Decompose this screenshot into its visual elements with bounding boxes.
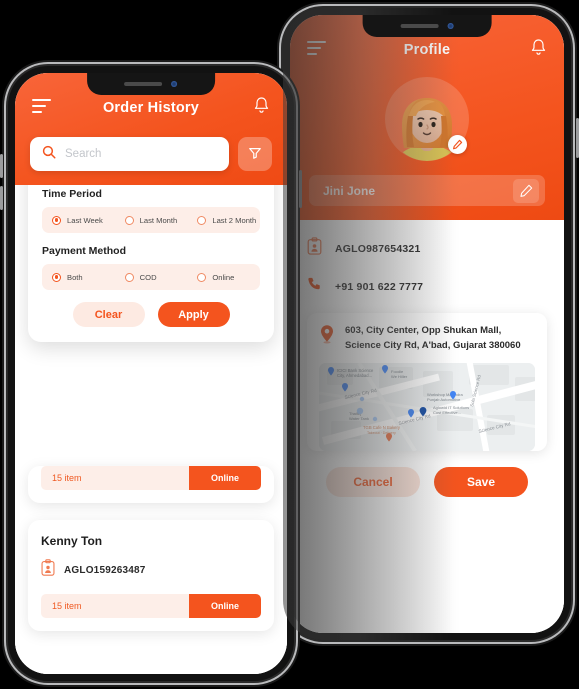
svg-text:TGB Cafe N Bakery: TGB Cafe N Bakery — [363, 425, 401, 430]
bell-icon[interactable] — [253, 96, 270, 115]
filter-group-title: Payment Method — [42, 245, 127, 257]
map-pin-icon — [319, 324, 335, 349]
filter-options: Both COD Online — [42, 264, 260, 290]
filter-group-payment-method: Payment Method Both COD Online — [42, 245, 260, 290]
filter-panel: Delivery Status Both Delivered — [28, 185, 274, 342]
avatar[interactable] — [385, 77, 469, 161]
radio-option-both-payment[interactable]: Both — [42, 272, 115, 282]
order-footer: 15 item Online — [41, 594, 261, 618]
profile-phone-value: +91 901 622 7777 — [335, 280, 424, 293]
search-row — [15, 129, 287, 171]
order-item-count: 15 item — [41, 466, 189, 490]
address-line-2: Science City Rd, A'bad, Gujarat 380060 — [345, 339, 521, 351]
radio-option-last-month[interactable]: Last Month — [115, 215, 188, 225]
cancel-button[interactable]: Cancel — [326, 467, 420, 498]
apply-button[interactable]: Apply — [157, 302, 230, 327]
order-customer-name: Kenny Ton — [41, 534, 103, 548]
bell-icon[interactable] — [530, 38, 547, 57]
order-id-row: AGLO159263487 — [41, 559, 261, 581]
radio-icon[interactable] — [52, 272, 61, 282]
order-id-value: AGLO159263487 — [64, 564, 146, 576]
table-row[interactable]: Kenny Ton AGLO159263487 15 item Online — [28, 520, 274, 631]
search-input[interactable] — [65, 148, 217, 160]
search-box[interactable] — [30, 137, 229, 171]
front-camera — [171, 81, 178, 87]
order-history-screen: Order History Search 15 item Online Kenn… — [15, 73, 287, 674]
earpiece-speaker — [124, 82, 163, 86]
name-edit-pencil-icon[interactable] — [513, 178, 539, 203]
filter-button[interactable] — [238, 137, 272, 171]
phone-icon — [307, 276, 322, 297]
volume-down-button[interactable] — [0, 186, 3, 210]
profile-phone-row: +91 901 622 7777 — [307, 276, 547, 297]
hamburger-icon[interactable] — [32, 99, 51, 117]
radio-icon[interactable] — [124, 215, 134, 225]
profile-id-row: AGLO987654321 — [307, 237, 547, 260]
earpiece-speaker — [400, 24, 439, 28]
clear-button[interactable]: Clear — [72, 302, 145, 327]
hamburger-icon[interactable] — [307, 41, 326, 59]
radio-option-online[interactable]: Online — [187, 272, 260, 282]
volume-up-button[interactable] — [0, 154, 3, 178]
order-footer: 15 item Online — [41, 466, 261, 490]
filter-group-time-period: Time Period Last Week Last Month Last 2 … — [42, 188, 260, 233]
address-row: 603, City Center, Opp Shukan Mall, Scien… — [319, 324, 535, 353]
profile-details: AGLO987654321 +91 901 622 7777 603, City… — [290, 220, 564, 633]
order-payment-badge: Online — [189, 466, 261, 490]
radio-label: Last Month — [139, 215, 178, 225]
svg-text:Takeout · Delivery: Takeout · Delivery — [367, 431, 396, 435]
profile-screen-surface: Profile Jini Jone AGLO987654321 +91 901 … — [290, 15, 564, 633]
phone-profile: Profile Jini Jone AGLO987654321 +91 901 … — [275, 8, 579, 640]
order-item-count: 15 item — [41, 594, 189, 618]
profile-name-field[interactable]: Jini Jone — [309, 175, 545, 206]
filter-actions: Clear Apply — [42, 302, 260, 327]
radio-label: Both — [67, 272, 83, 282]
profile-id-value: AGLO987654321 — [335, 242, 421, 255]
phone-notch — [87, 73, 215, 95]
svg-text:Cost Effective...: Cost Effective... — [433, 410, 461, 415]
map-preview[interactable]: Science City Rd Science City Rd Science … — [319, 363, 535, 452]
filter-group-title: Time Period — [42, 188, 102, 200]
radio-icon[interactable] — [52, 215, 61, 225]
svg-text:Water Tank: Water Tank — [349, 416, 369, 421]
order-payment-badge: Online — [189, 594, 261, 618]
funnel-icon — [248, 146, 262, 163]
orders-screen-surface: Order History Search 15 item Online Kenn… — [15, 73, 287, 674]
svg-text:Punjab Automotive: Punjab Automotive — [427, 397, 461, 402]
page-title: Profile — [403, 42, 451, 58]
profile-name-value: Jini Jone — [323, 183, 376, 198]
profile-screen: Profile Jini Jone AGLO987654321 +91 901 … — [290, 15, 564, 633]
mockup-stage: Profile Jini Jone AGLO987654321 +91 901 … — [0, 0, 579, 689]
svg-text:We Hiller: We Hiller — [391, 374, 408, 379]
radio-option-cod[interactable]: COD — [115, 272, 188, 282]
orders-body: 15 item Online Kenny Ton AGLO159263487 1… — [15, 185, 287, 674]
radio-label: Last 2 Month — [212, 215, 257, 225]
order-list: 15 item Online Kenny Ton AGLO159263487 1… — [28, 453, 274, 648]
radio-option-last-week[interactable]: Last Week — [42, 215, 115, 225]
radio-icon[interactable] — [197, 215, 207, 225]
id-badge-icon — [307, 237, 322, 260]
avatar-edit-pencil-icon[interactable] — [448, 135, 467, 154]
phone-notch — [362, 15, 492, 37]
search-icon — [42, 145, 56, 164]
radio-option-last-2-month[interactable]: Last 2 Month — [187, 215, 260, 225]
radio-label: Last Week — [67, 215, 103, 225]
phone-orders: Order History Search 15 item Online Kenn… — [0, 66, 302, 681]
radio-icon[interactable] — [124, 272, 134, 282]
id-badge-icon — [41, 559, 55, 581]
front-camera — [447, 23, 454, 29]
radio-label: COD — [139, 272, 157, 282]
page-title: Order History — [102, 100, 200, 116]
power-button[interactable] — [299, 170, 302, 208]
address-card[interactable]: 603, City Center, Opp Shukan Mall, Scien… — [307, 313, 547, 452]
save-button[interactable]: Save — [434, 467, 528, 498]
svg-text:City, Ahmedabad...: City, Ahmedabad... — [337, 373, 372, 378]
filter-options: Last Week Last Month Last 2 Month — [42, 207, 260, 233]
radio-label: Online — [212, 272, 235, 282]
address-line-1: 603, City Center, Opp Shukan Mall, — [345, 325, 502, 336]
profile-action-buttons: Cancel Save — [307, 467, 547, 498]
radio-icon[interactable] — [197, 272, 207, 282]
table-row[interactable]: 15 item Online — [28, 466, 274, 503]
profile-header-area: Profile Jini Jone — [290, 15, 564, 220]
